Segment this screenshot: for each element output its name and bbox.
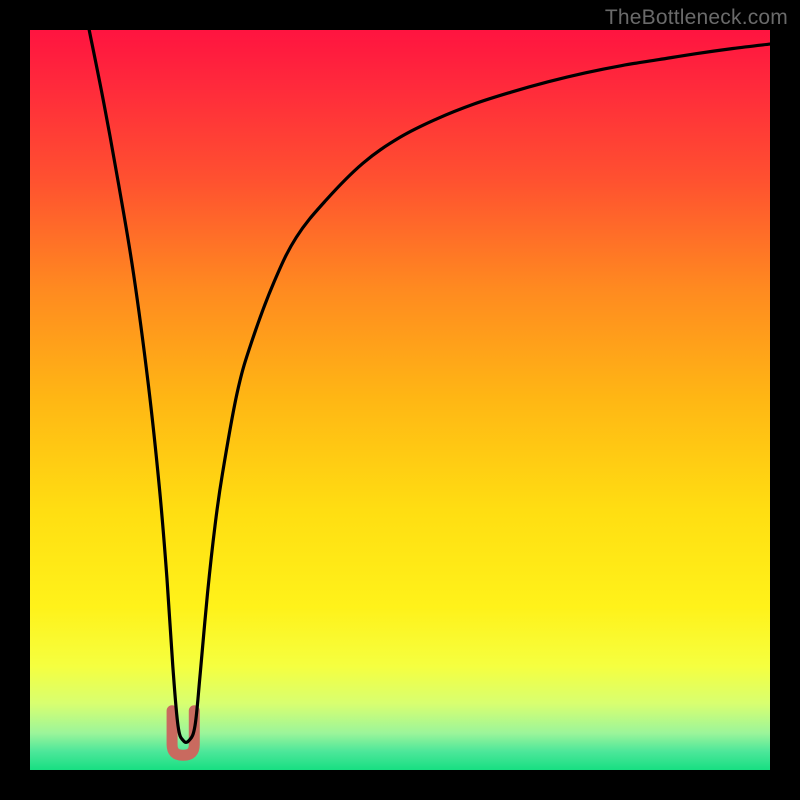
curve-layer xyxy=(30,30,770,770)
plot-area xyxy=(30,30,770,770)
outer-frame: TheBottleneck.com xyxy=(0,0,800,800)
bottleneck-curve xyxy=(89,30,770,742)
watermark-text: TheBottleneck.com xyxy=(605,6,788,30)
curve-minimum-marker xyxy=(172,711,194,755)
